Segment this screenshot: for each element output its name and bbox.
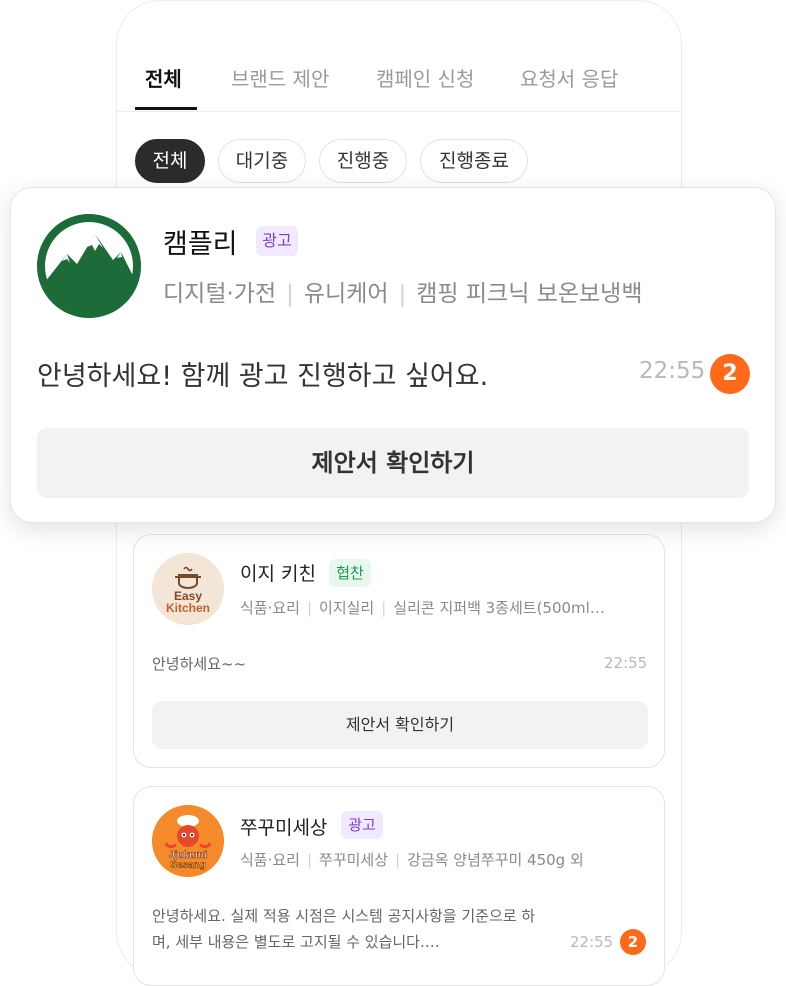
message-time: 22:55 bbox=[604, 654, 648, 672]
brand-tags: 디지털·가전 | 유니케어 | 캠핑 피크닉 보온보냉백 bbox=[163, 281, 643, 307]
jjukumi-sesang-logo-icon: Jjukumi Sesang bbox=[152, 805, 224, 877]
brand-name: 이지 키친 bbox=[240, 563, 316, 585]
brand-name: 캠플리 bbox=[163, 229, 238, 260]
ad-badge: 광고 bbox=[256, 226, 298, 256]
brand-name: 쭈꾸미세상 bbox=[240, 817, 328, 839]
tab-all[interactable]: 전체 bbox=[145, 63, 182, 92]
brand-tag: 쭈꾸미세상 bbox=[319, 851, 389, 869]
ad-badge: 광고 bbox=[341, 811, 383, 839]
filter-ended[interactable]: 진행종료 bbox=[420, 139, 528, 183]
brand-tags: 식품·요리 | 쭈꾸미세상 | 강금옥 양념쭈꾸미 450g 외 bbox=[240, 851, 584, 869]
brand-logo: Easy Kitchen bbox=[152, 553, 224, 625]
unread-count-badge: 2 bbox=[620, 929, 646, 955]
brand-logo: Jjukumi Sesang bbox=[152, 805, 224, 877]
proposal-card[interactable]: Easy Kitchen 이지 키친 협찬 식품·요리 | 이지실리 | 실리콘 지퍼백… bbox=[133, 534, 665, 768]
filter-all[interactable]: 전체 bbox=[135, 139, 205, 183]
brand-tags: 식품·요리 | 이지실리 | 실리콘 지퍼백 3종세트(500ml… bbox=[240, 599, 605, 617]
last-message: 안녕하세요! 함께 광고 진행하고 싶어요. bbox=[37, 361, 489, 392]
message-time: 22:55 bbox=[570, 933, 614, 951]
category-tag: 디지털·가전 bbox=[163, 281, 277, 307]
category-tag: 식품·요리 bbox=[240, 851, 300, 869]
svg-text:Kitchen: Kitchen bbox=[166, 601, 210, 615]
sponsor-badge: 협찬 bbox=[329, 559, 371, 587]
filter-waiting[interactable]: 대기중 bbox=[218, 139, 306, 183]
brand-tag: 유니케어 bbox=[303, 281, 389, 307]
proposal-card[interactable]: Jjukumi Sesang 쭈꾸미세상 광고 식품·요리 | 쭈꾸미세상 | 강금옥 … bbox=[133, 786, 665, 986]
featured-proposal-card[interactable]: 캠플리 광고 디지털·가전 | 유니케어 | 캠핑 피크닉 보온보냉백 안녕하세요! 함… bbox=[10, 187, 776, 523]
last-message: 안녕하세요~~ bbox=[152, 655, 247, 673]
tab-campaign-application[interactable]: 캠페인 신청 bbox=[376, 63, 474, 92]
mountain-logo-icon bbox=[37, 214, 141, 318]
last-message: 안녕하세요. 실제 적용 시점은 시스템 공지사항을 기준으로 하며, 세부 내… bbox=[152, 907, 536, 951]
brand-logo bbox=[37, 214, 141, 318]
easy-kitchen-logo-icon: Easy Kitchen bbox=[152, 553, 224, 625]
view-proposal-button[interactable]: 제안서 확인하기 bbox=[37, 428, 749, 498]
svg-text:Sesang: Sesang bbox=[170, 860, 206, 871]
view-proposal-button[interactable]: 제안서 확인하기 bbox=[152, 701, 648, 749]
product-tag: 캠핑 피크닉 보온보냉백 bbox=[416, 281, 643, 307]
filter-in-progress[interactable]: 진행중 bbox=[319, 139, 407, 183]
active-tab-indicator bbox=[135, 107, 197, 110]
product-tag: 실리콘 지퍼백 3종세트(500ml… bbox=[393, 599, 605, 617]
category-tag: 식품·요리 bbox=[240, 599, 300, 617]
message-time: 22:55 bbox=[639, 358, 706, 384]
tab-brand-proposal[interactable]: 브랜드 제안 bbox=[231, 63, 329, 92]
tab-bar: 전체 브랜드 제안 캠페인 신청 요청서 응답 bbox=[117, 1, 681, 112]
brand-tag: 이지실리 bbox=[319, 599, 375, 617]
tab-request-response[interactable]: 요청서 응답 bbox=[520, 63, 618, 92]
unread-count-badge: 2 bbox=[710, 354, 750, 394]
product-tag: 강금옥 양념쭈꾸미 450g 외 bbox=[407, 851, 584, 869]
